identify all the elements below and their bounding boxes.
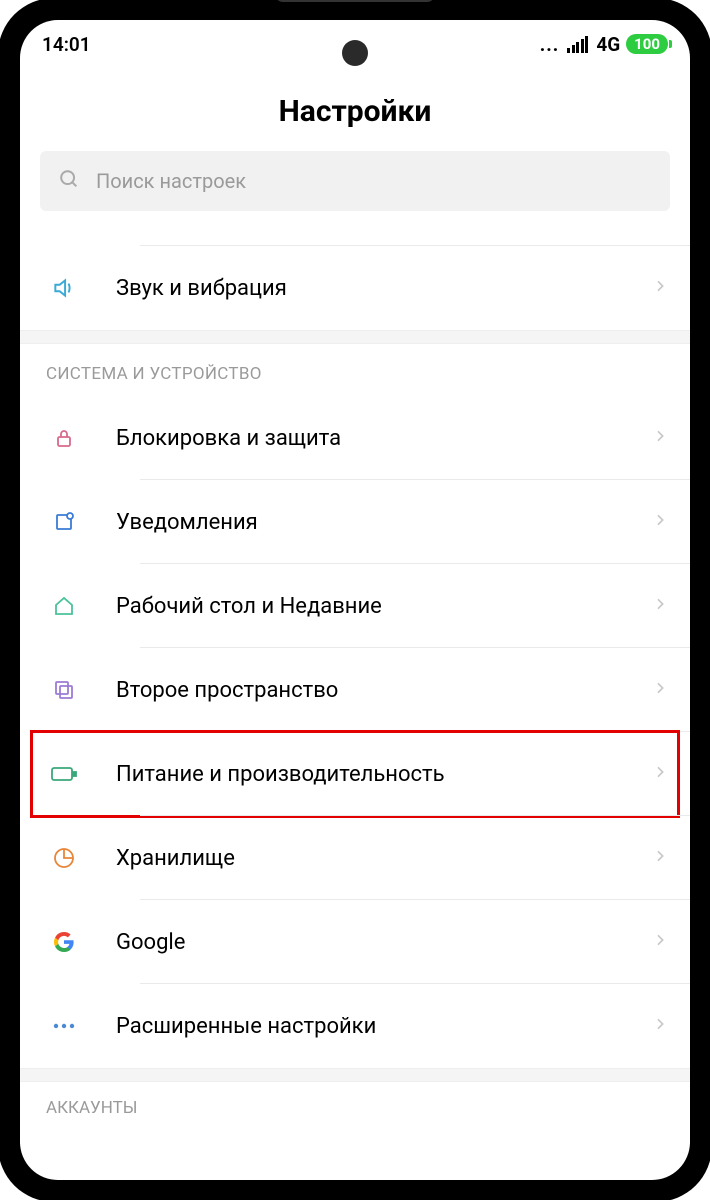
- status-right: ... 4G 100: [540, 33, 668, 56]
- row-label: Google: [116, 930, 652, 955]
- row-label: Рабочий стол и Недавние: [116, 594, 652, 619]
- row-notifications[interactable]: Уведомления: [20, 480, 690, 564]
- row-sound-vibration[interactable]: Звук и вибрация: [20, 246, 690, 330]
- chevron-right-icon: [652, 1016, 668, 1036]
- row-battery-performance[interactable]: Питание и производительность: [20, 732, 690, 816]
- notifications-icon: [46, 510, 82, 534]
- chevron-right-icon: [652, 596, 668, 616]
- row-label: Уведомления: [116, 510, 652, 535]
- notch-bar: [275, 0, 435, 2]
- battery-indicator: 100: [626, 34, 668, 54]
- row-label: Питание и производительность: [116, 762, 652, 787]
- screen: 14:01 ... 4G 100 Настройки Поиск настрое…: [20, 20, 690, 1180]
- row-lock-protect[interactable]: Блокировка и защита: [20, 396, 690, 480]
- row-label: Звук и вибрация: [116, 276, 652, 301]
- sound-icon: [46, 275, 82, 301]
- second-space-icon: [46, 678, 82, 702]
- row-storage[interactable]: Хранилище: [20, 816, 690, 900]
- front-camera: [342, 40, 368, 66]
- row-label: Расширенные настройки: [116, 1014, 652, 1039]
- network-label: 4G: [596, 33, 620, 56]
- status-time: 14:01: [42, 33, 91, 56]
- battery-icon: [46, 764, 82, 784]
- lock-icon: [46, 426, 82, 450]
- row-home-recents[interactable]: Рабочий стол и Недавние: [20, 564, 690, 648]
- storage-icon: [46, 846, 82, 870]
- more-icon: [46, 1022, 82, 1030]
- section-header-accounts: АККАУНТЫ: [20, 1082, 690, 1118]
- signal-bars-icon: [567, 36, 588, 53]
- chevron-right-icon: [652, 278, 668, 298]
- search-placeholder: Поиск настроек: [96, 169, 246, 193]
- google-icon: [46, 930, 82, 954]
- row-label: Второе пространство: [116, 678, 652, 703]
- device-frame: 14:01 ... 4G 100 Настройки Поиск настрое…: [0, 0, 710, 1200]
- chevron-right-icon: [652, 764, 668, 784]
- search-container: Поиск настроек: [20, 151, 690, 225]
- section-header-system: СИСТЕМА И УСТРОЙСТВО: [20, 344, 690, 396]
- signal-dots-icon: ...: [540, 33, 560, 56]
- row-label: Хранилище: [116, 846, 652, 871]
- chevron-right-icon: [652, 428, 668, 448]
- row-second-space[interactable]: Второе пространство: [20, 648, 690, 732]
- home-icon: [46, 594, 82, 618]
- chevron-right-icon: [652, 932, 668, 952]
- chevron-right-icon: [652, 848, 668, 868]
- search-input[interactable]: Поиск настроек: [40, 151, 670, 211]
- search-icon: [58, 168, 80, 194]
- row-label: Блокировка и защита: [116, 426, 652, 451]
- row-google[interactable]: Google: [20, 900, 690, 984]
- chevron-right-icon: [652, 680, 668, 700]
- page-title: Настройки: [20, 68, 690, 151]
- row-advanced-settings[interactable]: Расширенные настройки: [20, 984, 690, 1068]
- chevron-right-icon: [652, 512, 668, 532]
